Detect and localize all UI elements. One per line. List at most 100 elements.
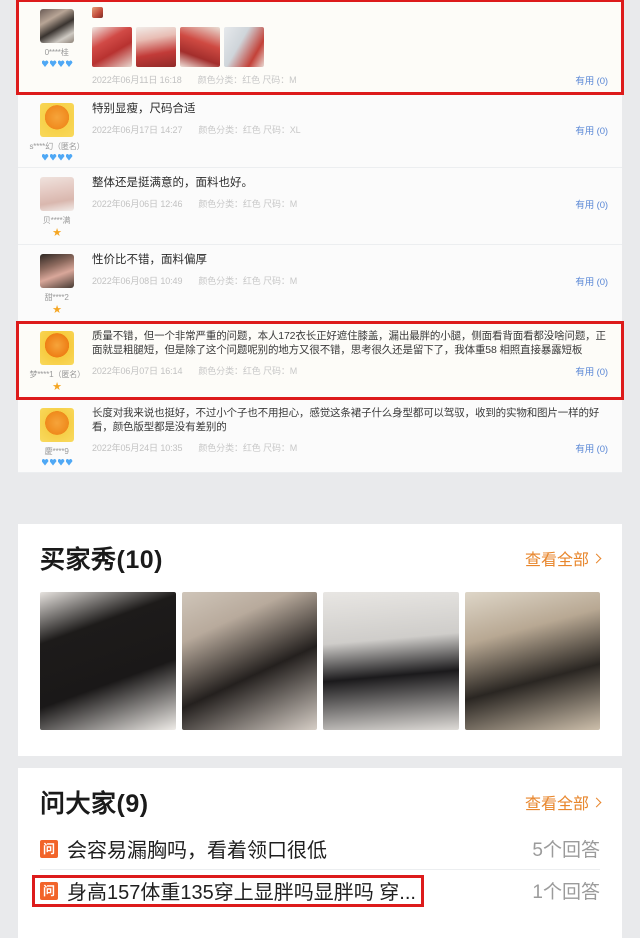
review-list: 0****桂 2022年06月11日 16:18 颜色分类：红色 尺码：M 有用 (…	[18, 0, 622, 473]
reviewer-username: 甜****2	[44, 291, 69, 302]
review-text: 质量不错，但一个非常严重的问题，本人172衣长正好遮住膝盖，漏出最胖的小腿，侧面…	[92, 329, 606, 357]
buyer-show-photo[interactable]	[323, 592, 459, 730]
buyer-show-header: 买家秀(10) 查看全部	[18, 524, 622, 584]
reviewer-username: 慶****9	[44, 445, 69, 456]
useful-button[interactable]: 有用 (0)	[575, 441, 608, 455]
review-spec: 颜色分类：红色 尺码：XL	[198, 125, 301, 135]
rating-hearts	[41, 458, 73, 466]
avatar[interactable]	[40, 253, 74, 288]
heart-icon	[41, 153, 49, 161]
heart-icon	[41, 60, 49, 67]
review-date: 2022年06月11日 16:18	[92, 75, 182, 85]
rating-hearts	[41, 60, 73, 67]
question-text: 身高157体重135穿上显胖吗显胖吗 穿...	[67, 882, 416, 904]
review-user: 0****桂	[26, 7, 88, 87]
review-user: 梦****1（匿名） ★	[26, 329, 88, 392]
star-icon: ★	[52, 226, 62, 239]
review-body: 特别显瘦，尺码合适 2022年06月17日 14:27 颜色分类：红色 尺码：XL 有…	[88, 101, 614, 161]
useful-button[interactable]: 有用 (0)	[575, 197, 608, 211]
avatar[interactable]	[40, 9, 74, 43]
question-icon: 问	[40, 839, 58, 858]
ask-header: 问大家(9) 查看全部	[18, 768, 622, 828]
review-spec: 颜色分类：红色 尺码：M	[198, 276, 298, 286]
heart-icon	[49, 153, 57, 161]
review-spec: 颜色分类：红色 尺码：M	[198, 366, 298, 376]
review-text	[92, 7, 608, 22]
review-user: 甜****2 ★	[26, 252, 88, 315]
buyer-show-view-all-button[interactable]: 查看全部	[525, 546, 602, 570]
review-spec: 颜色分类：红色 尺码：M	[197, 75, 297, 85]
review-item[interactable]: 甜****2 ★ 性价比不错，面料偏厚 2022年06月08日 10:49 颜色分类：红…	[18, 244, 622, 322]
review-user: s****幻（匿名）	[26, 101, 88, 161]
review-item[interactable]: 0****桂 2022年06月11日 16:18 颜色分类：红色 尺码：M 有用 (…	[18, 0, 622, 94]
avatar[interactable]	[40, 176, 74, 211]
review-item[interactable]: 慶****9 长度对我来说也挺好，不过小个子也不用担心，感觉这条裙子什么身型都可以…	[18, 398, 622, 473]
buyer-show-photo[interactable]	[181, 592, 317, 730]
avatar[interactable]	[40, 330, 74, 365]
review-meta: 2022年06月08日 10:49 颜色分类：红色 尺码：M 有用 (0)	[92, 274, 608, 288]
question-text: 会容易漏胸吗，看着领口很低	[67, 840, 327, 862]
review-date: 2022年06月08日 10:49	[92, 276, 183, 286]
review-item[interactable]: 贝****满 ★ 整体还是挺满意的，面料也好。 2022年06月06日 12:46 颜色…	[18, 167, 622, 245]
chevron-right-icon	[591, 553, 602, 563]
review-meta: 2022年06月11日 16:18 颜色分类：红色 尺码：M 有用 (0)	[92, 73, 608, 87]
review-meta: 2022年06月07日 16:14 颜色分类：红色 尺码：M 有用 (0)	[92, 364, 608, 378]
review-photo-thumbnail[interactable]	[224, 26, 264, 67]
useful-button[interactable]: 有用 (0)	[575, 274, 608, 288]
heart-icon	[49, 60, 57, 67]
avatar[interactable]	[40, 407, 74, 442]
chevron-right-icon	[591, 797, 602, 807]
star-icon: ★	[52, 303, 62, 316]
review-text: 长度对我来说也挺好，不过小个子也不用担心，感觉这条裙子什么身型都可以驾驭，收到的…	[92, 406, 600, 434]
buyer-show-section: 买家秀(10) 查看全部	[18, 524, 622, 756]
buyer-show-photo-strip	[18, 584, 622, 730]
review-spec: 颜色分类：红色 尺码：M	[198, 443, 298, 453]
heart-icon	[57, 153, 65, 161]
review-body: 2022年06月11日 16:18 颜色分类：红色 尺码：M 有用 (0)	[88, 7, 614, 87]
review-date: 2022年06月06日 12:46	[92, 199, 183, 209]
ask-view-all-button[interactable]: 查看全部	[524, 790, 602, 814]
reviewer-username: 0****桂	[44, 47, 69, 57]
review-item[interactable]: s****幻（匿名） 特别显瘦，尺码合适 2022年06月17日 14:27 颜色分类…	[18, 93, 622, 168]
heart-icon	[41, 458, 49, 466]
reviewer-username: s****幻（匿名）	[29, 140, 85, 151]
ask-title: 问大家(9)	[40, 790, 149, 818]
review-user: 慶****9	[26, 406, 88, 466]
review-text: 整体还是挺满意的，面料也好。	[92, 176, 253, 189]
review-body: 长度对我来说也挺好，不过小个子也不用担心，感觉这条裙子什么身型都可以驾驭，收到的…	[88, 406, 614, 466]
review-item[interactable]: 梦****1（匿名） ★ 质量不错，但一个非常严重的问题，本人172衣长正好遮住膝盖…	[18, 321, 622, 399]
question-row[interactable]: 问会容易漏胸吗，看着领口很低 5个回答	[18, 828, 622, 869]
ask-everyone-section: 问大家(9) 查看全部 问会容易漏胸吗，看着领口很低 5个回答问身高157体重13…	[18, 768, 622, 938]
review-meta: 2022年05月24日 10:35 颜色分类：红色 尺码：M 有用 (0)	[92, 441, 608, 455]
question-row[interactable]: 问身高157体重135穿上显胖吗显胖吗 穿... 1个回答	[18, 870, 622, 911]
answer-count: 1个回答	[532, 882, 600, 903]
heart-icon	[65, 458, 73, 466]
useful-button[interactable]: 有用 (0)	[575, 73, 608, 87]
avatar[interactable]	[40, 102, 74, 137]
question-icon: 问	[40, 881, 58, 900]
reviewer-username: 贝****满	[43, 214, 71, 225]
question-list: 问会容易漏胸吗，看着领口很低 5个回答问身高157体重135穿上显胖吗显胖吗 穿.…	[18, 828, 622, 911]
review-photo-thumbnail[interactable]	[136, 26, 176, 67]
buyer-show-photo[interactable]	[464, 592, 600, 730]
useful-button[interactable]: 有用 (0)	[575, 364, 608, 378]
review-date: 2022年06月17日 14:27	[92, 125, 183, 135]
answer-count: 5个回答	[532, 840, 600, 861]
review-spec: 颜色分类：红色 尺码：M	[198, 199, 298, 209]
review-user: 贝****满 ★	[26, 175, 88, 238]
product-review-page: 0****桂 2022年06月11日 16:18 颜色分类：红色 尺码：M 有用 (…	[0, 0, 640, 938]
heart-icon	[65, 60, 73, 67]
review-body: 质量不错，但一个非常严重的问题，本人172衣长正好遮住膝盖，漏出最胖的小腿，侧面…	[88, 329, 614, 392]
buyer-show-photo[interactable]	[40, 592, 176, 730]
useful-button[interactable]: 有用 (0)	[575, 123, 608, 137]
review-photo-thumbnail[interactable]	[180, 26, 220, 67]
review-photo-thumbnail[interactable]	[92, 26, 132, 67]
star-icon: ★	[52, 380, 62, 393]
review-thumbnails	[92, 26, 608, 67]
rating-hearts	[41, 153, 73, 161]
review-body: 性价比不错，面料偏厚 2022年06月08日 10:49 颜色分类：红色 尺码：M 有…	[88, 252, 614, 315]
review-meta: 2022年06月17日 14:27 颜色分类：红色 尺码：XL 有用 (0)	[92, 123, 608, 137]
heart-icon	[65, 153, 73, 161]
review-body: 整体还是挺满意的，面料也好。 2022年06月06日 12:46 颜色分类：红色 尺…	[88, 175, 614, 238]
ask-view-all-label: 查看全部	[524, 796, 589, 813]
